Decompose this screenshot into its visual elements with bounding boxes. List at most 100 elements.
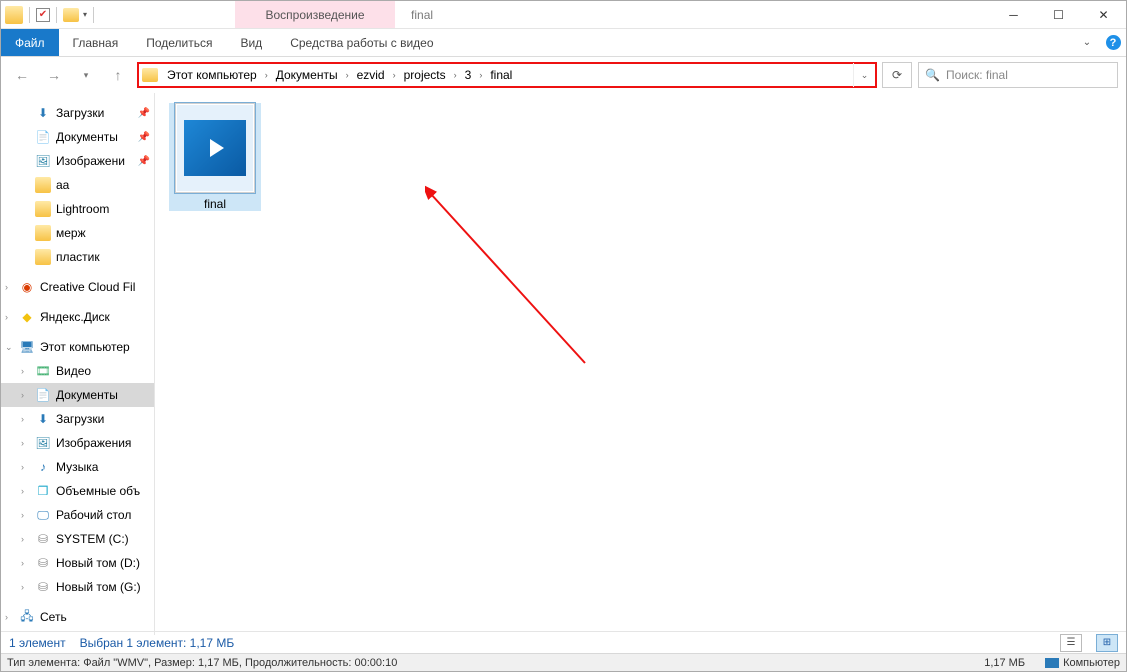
breadcrumb-segment[interactable]: ezvid (353, 64, 389, 86)
chevron-right-icon[interactable]: › (391, 70, 398, 80)
expand-icon[interactable]: › (5, 312, 8, 322)
expand-icon[interactable]: › (21, 534, 24, 544)
share-tab[interactable]: Поделиться (132, 29, 226, 56)
expand-icon[interactable]: › (21, 558, 24, 568)
tree-item-label: Изображения (56, 436, 131, 450)
tree-item[interactable]: ›🎞Видео (1, 359, 154, 383)
tree-item[interactable]: ›◉Creative Cloud Fil (1, 275, 154, 299)
dl-icon: ⬇ (35, 105, 51, 121)
navigation-tree[interactable]: ⬇Загрузки📌📄Документы📌🖼Изображени📌aaLight… (1, 93, 155, 635)
quick-access-toolbar: ✔ ▾ (1, 1, 100, 28)
tree-item[interactable]: ⌄🖥Этот компьютер (1, 335, 154, 359)
expand-icon[interactable]: › (21, 438, 24, 448)
tree-item[interactable]: 🖼Изображени📌 (1, 149, 154, 173)
expand-icon[interactable]: › (5, 612, 8, 622)
back-button[interactable]: ← (9, 62, 35, 88)
tree-item[interactable]: ›⛁SYSTEM (C:) (1, 527, 154, 551)
tree-item-label: Музыка (56, 460, 98, 474)
img-icon: 🖼 (35, 435, 51, 451)
tree-item[interactable]: ›🖧Сеть (1, 605, 154, 629)
tree-item[interactable]: ⬇Загрузки📌 (1, 101, 154, 125)
tree-item[interactable]: 📄Документы📌 (1, 125, 154, 149)
expand-icon[interactable]: › (21, 390, 24, 400)
separator (93, 7, 94, 23)
app-icon[interactable] (5, 6, 23, 24)
window-controls: ─ ☐ ✕ (991, 1, 1126, 28)
tree-item[interactable]: ›⛁Новый том (G:) (1, 575, 154, 599)
title-bar: ✔ ▾ Воспроизведение final ─ ☐ ✕ (1, 1, 1126, 29)
details-location: Компьютер (1045, 657, 1120, 669)
qat-newfolder-button[interactable] (63, 8, 79, 22)
folder-icon (35, 177, 51, 193)
separator (56, 7, 57, 23)
breadcrumb-segment[interactable]: 3 (461, 64, 476, 86)
tree-item[interactable]: › 🖼 Изображения (1, 431, 154, 455)
view-tab[interactable]: Вид (226, 29, 276, 56)
close-button[interactable]: ✕ (1081, 1, 1126, 28)
qat-dropdown-icon[interactable]: ▾ (83, 10, 87, 19)
search-box[interactable]: 🔍 Поиск: final (918, 62, 1118, 88)
file-tab[interactable]: Файл (1, 29, 59, 56)
chevron-right-icon[interactable]: › (477, 70, 484, 80)
expand-icon[interactable]: › (21, 510, 24, 520)
forward-button[interactable]: → (41, 62, 67, 88)
tree-item[interactable]: пластик (1, 245, 154, 269)
tree-item[interactable]: ›📄Документы (1, 383, 154, 407)
help-icon: ? (1106, 35, 1121, 50)
tree-item-label: Загрузки (56, 412, 104, 426)
chevron-right-icon[interactable]: › (344, 70, 351, 80)
history-dropdown[interactable]: ▾ (73, 62, 99, 88)
tree-item[interactable]: ›⛁Новый том (D:) (1, 551, 154, 575)
chevron-right-icon[interactable]: › (263, 70, 270, 80)
tree-item[interactable]: мерж (1, 221, 154, 245)
help-button[interactable]: ? (1100, 29, 1126, 56)
breadcrumb-segment[interactable]: Документы (272, 64, 342, 86)
view-details-button[interactable]: ☰ (1060, 634, 1082, 652)
up-button[interactable]: ↑ (105, 62, 131, 88)
computer-icon (1045, 658, 1059, 668)
ribbon-expand-button[interactable]: ⌄ (1074, 29, 1100, 56)
tree-item-label: SYSTEM (C:) (56, 532, 129, 546)
tree-item[interactable]: ›❒Объемные объ (1, 479, 154, 503)
breadcrumb-segment[interactable]: Этот компьютер (163, 64, 261, 86)
tree-item-label: мерж (56, 226, 86, 240)
tree-item-label: Рабочий стол (56, 508, 131, 522)
home-tab[interactable]: Главная (59, 29, 133, 56)
tree-item[interactable]: ›🖵Рабочий стол (1, 503, 154, 527)
tree-item-label: Этот компьютер (40, 340, 130, 354)
address-bar[interactable]: Этот компьютер›Документы›ezvid›projects›… (137, 62, 877, 88)
tree-item-label: Новый том (G:) (56, 580, 141, 594)
file-pane[interactable]: final (155, 93, 1126, 635)
video-tools-tab[interactable]: Средства работы с видео (276, 29, 447, 56)
expand-icon[interactable]: › (21, 582, 24, 592)
tree-item-label: пластик (56, 250, 100, 264)
minimize-button[interactable]: ─ (991, 1, 1036, 28)
expand-icon[interactable]: › (21, 414, 24, 424)
tree-item[interactable]: ›⬇Загрузки (1, 407, 154, 431)
expand-icon[interactable]: › (21, 462, 24, 472)
breadcrumb-segment[interactable]: final (486, 64, 516, 86)
pin-icon: 📌 (138, 156, 150, 167)
vid-icon: 🎞 (35, 363, 51, 379)
expand-icon[interactable]: › (21, 486, 24, 496)
refresh-button[interactable]: ⟳ (882, 62, 912, 88)
obj-icon: ❒ (35, 483, 51, 499)
doc-icon: 📄 (35, 387, 51, 403)
annotation-arrow (425, 183, 605, 383)
tree-item[interactable]: ›◆Яндекс.Диск (1, 305, 154, 329)
chevron-right-icon[interactable]: › (452, 70, 459, 80)
tree-item[interactable]: Lightroom (1, 197, 154, 221)
address-dropdown[interactable]: ⌄ (853, 63, 875, 87)
qat-properties-button[interactable]: ✔ (36, 8, 50, 22)
tree-item[interactable]: aa (1, 173, 154, 197)
address-icon (139, 68, 161, 82)
breadcrumb-segment[interactable]: projects (400, 64, 450, 86)
view-icons-button[interactable]: ⊞ (1096, 634, 1118, 652)
expand-icon[interactable]: › (5, 282, 8, 292)
tree-item[interactable]: ›♪Музыка (1, 455, 154, 479)
file-item[interactable]: final (169, 103, 261, 211)
expand-icon[interactable]: ⌄ (5, 342, 13, 353)
maximize-button[interactable]: ☐ (1036, 1, 1081, 28)
spacer (100, 1, 235, 28)
expand-icon[interactable]: › (21, 366, 24, 376)
